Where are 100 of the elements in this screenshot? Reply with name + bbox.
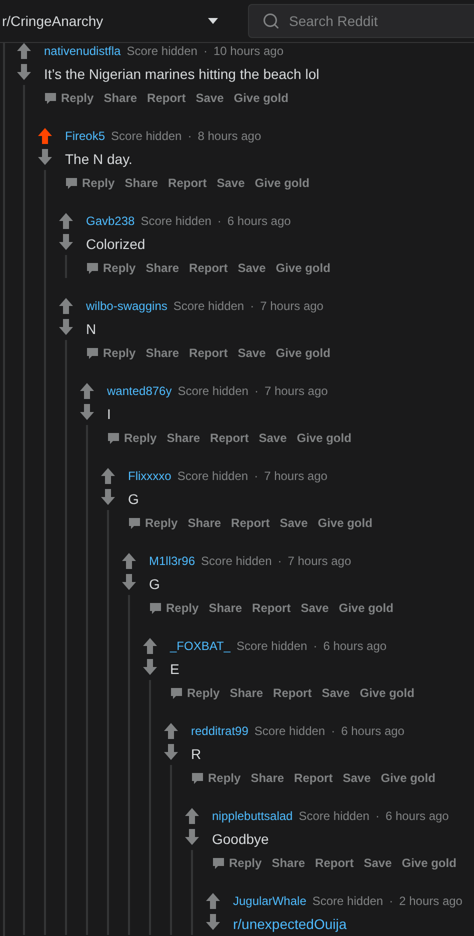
username-link[interactable]: nipplebuttsalad	[212, 809, 293, 823]
timestamp: 10 hours ago	[213, 44, 284, 58]
comment-action-button[interactable]: Give gold	[276, 346, 330, 360]
username-link[interactable]: redditrat99	[191, 724, 248, 738]
timestamp: 7 hours ago	[264, 469, 328, 483]
username-link[interactable]: JugularWhale	[233, 894, 306, 908]
comment-action-button[interactable]: Give gold	[380, 771, 436, 785]
upvote-icon[interactable]	[58, 213, 72, 229]
timestamp: 6 hours ago	[341, 724, 404, 738]
comment-action-button[interactable]: Save	[196, 91, 224, 105]
downvote-icon[interactable]	[184, 829, 198, 845]
username-link[interactable]: _FOXBAT_	[170, 639, 230, 653]
comment-action-button[interactable]: Save	[238, 261, 266, 275]
comment-action-button[interactable]: Give gold	[402, 856, 456, 870]
comment-action-button[interactable]: Report	[189, 261, 228, 275]
reply-button[interactable]: Reply	[170, 686, 220, 700]
comment-action-button[interactable]: Report	[189, 346, 228, 360]
downvote-icon[interactable]	[122, 574, 136, 590]
upvote-icon[interactable]	[142, 638, 156, 654]
separator-dot: ·	[278, 554, 282, 568]
reply-button[interactable]: Reply	[65, 176, 115, 190]
upvote-icon[interactable]	[122, 553, 136, 569]
upvote-icon[interactable]	[184, 808, 198, 824]
downvote-icon[interactable]	[80, 404, 94, 420]
comment-action-button[interactable]: Give gold	[360, 686, 414, 700]
downvote-icon[interactable]	[164, 744, 178, 760]
reply-button[interactable]: Reply	[212, 856, 262, 870]
comment-action-button[interactable]: Share	[208, 601, 242, 615]
comment-text: The N day.	[65, 150, 134, 169]
comment-action-button[interactable]: Share	[188, 516, 222, 530]
timestamp: 7 hours ago	[260, 299, 324, 313]
reply-button[interactable]: Reply	[86, 261, 136, 275]
comment-action-button[interactable]: Save	[364, 856, 392, 870]
comment-action-button[interactable]: Share	[104, 91, 138, 105]
comment-action-button[interactable]: Report	[315, 856, 354, 870]
downvote-icon[interactable]	[100, 489, 114, 505]
comment-action-button[interactable]: Give gold	[276, 261, 330, 275]
comment-action-button[interactable]: Report	[168, 176, 207, 190]
reply-button[interactable]: Reply	[128, 516, 178, 530]
username-link[interactable]: wanted876y	[107, 384, 172, 398]
comment-text: G	[128, 490, 140, 509]
comment-action-button[interactable]: Save	[300, 601, 329, 615]
search-field[interactable]: Search Reddit	[248, 4, 474, 38]
comment-action-button[interactable]: Give gold	[296, 431, 352, 445]
reply-button[interactable]: Reply	[44, 91, 94, 105]
comment-action-button[interactable]: Save	[322, 686, 350, 700]
username-link[interactable]: nativenudistfla	[44, 44, 121, 58]
username-link[interactable]: wilbo-swaggins	[86, 299, 168, 313]
comment-action-button[interactable]: Report	[273, 686, 312, 700]
comment-action-button[interactable]: Give gold	[254, 176, 310, 190]
comment-action-button[interactable]: Save	[216, 176, 245, 190]
downvote-icon[interactable]	[16, 64, 30, 80]
comment-action-button[interactable]: Give gold	[234, 91, 288, 105]
downvote-icon[interactable]	[38, 149, 52, 165]
reply-button[interactable]: Reply	[107, 431, 157, 445]
comment-action-button[interactable]: Give gold	[318, 516, 372, 530]
upvote-icon[interactable]	[100, 468, 114, 484]
comment-action-button[interactable]: Report	[147, 91, 186, 105]
comment-action-button[interactable]: Save	[280, 516, 308, 530]
downvote-icon[interactable]	[142, 659, 156, 675]
comment-action-button[interactable]: Report	[231, 516, 270, 530]
upvote-icon[interactable]	[16, 43, 30, 59]
downvote-icon[interactable]	[58, 234, 72, 250]
comment-action-button[interactable]: Report	[210, 431, 249, 445]
username-link[interactable]: Flixxxxo	[128, 469, 172, 483]
comment-action-button[interactable]: Share	[272, 856, 306, 870]
comment-action-button[interactable]: Give gold	[338, 601, 394, 615]
upvote-icon[interactable]	[38, 128, 52, 144]
comment-action-button[interactable]: Share	[250, 771, 284, 785]
username-link[interactable]: Fireok5	[65, 129, 106, 143]
dropdown-caret-icon[interactable]	[208, 18, 218, 24]
reply-button[interactable]: Reply	[86, 346, 136, 360]
downvote-icon[interactable]	[58, 319, 72, 335]
comment-action-button[interactable]: Share	[146, 346, 180, 360]
comment-action-button[interactable]: Save	[258, 431, 287, 445]
upvote-icon[interactable]	[80, 383, 94, 399]
comment-action-button[interactable]: Share	[146, 261, 180, 275]
comment-action-button[interactable]: Share	[166, 431, 200, 445]
upvote-icon[interactable]	[58, 298, 72, 314]
comment-icon	[212, 856, 225, 870]
comment-action-button[interactable]: Save	[342, 771, 371, 785]
score-label: Score hidden	[201, 554, 272, 568]
username-link[interactable]: Gavb238	[86, 214, 135, 228]
reply-button[interactable]: Reply	[191, 771, 241, 785]
comment-action-button[interactable]: Report	[294, 771, 333, 785]
comment-action-button[interactable]: Save	[238, 346, 266, 360]
comment-action-button[interactable]: Share	[124, 176, 158, 190]
upvote-icon[interactable]	[206, 893, 220, 909]
reply-button[interactable]: Reply	[149, 601, 199, 615]
subreddit-name[interactable]: r/CringeAnarchy	[0, 13, 202, 29]
comment-action-button[interactable]: Share	[230, 686, 264, 700]
score-label: Score hidden	[173, 299, 244, 313]
timestamp: 6 hours ago	[323, 639, 387, 653]
comment-link[interactable]: r/unexpectedOuija	[233, 914, 474, 934]
upvote-icon[interactable]	[164, 723, 178, 739]
comment-action-button[interactable]: Report	[252, 601, 291, 615]
username-link[interactable]: M1ll3r96	[149, 554, 196, 568]
separator-dot: ·	[203, 44, 208, 58]
downvote-icon[interactable]	[206, 914, 220, 930]
separator-dot: ·	[375, 809, 380, 823]
